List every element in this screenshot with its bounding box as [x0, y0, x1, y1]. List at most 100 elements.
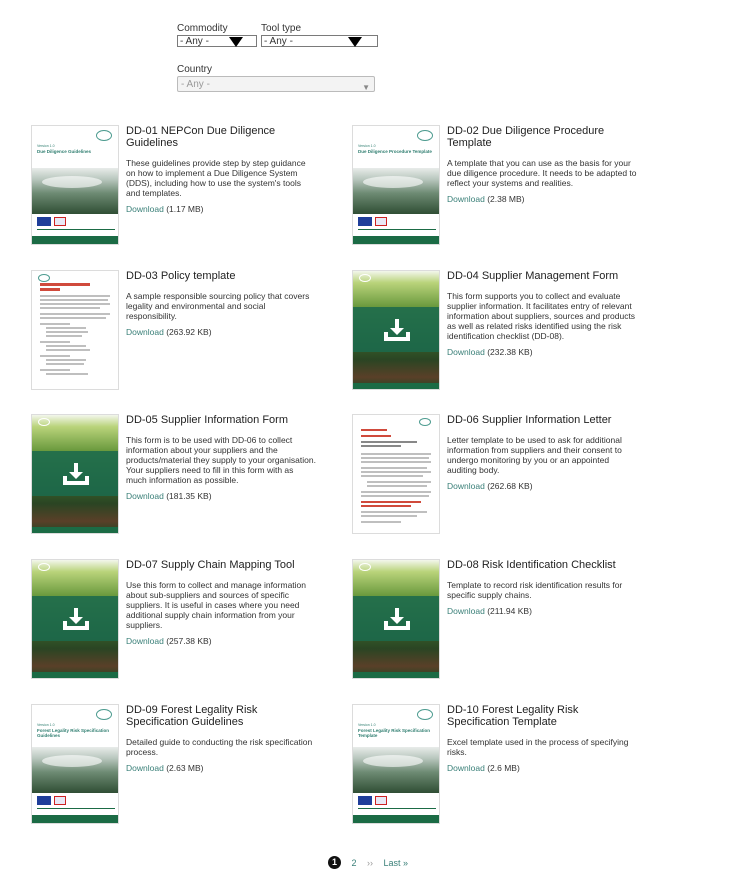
- item-info: DD-09 Forest Legality Risk Specification…: [126, 704, 316, 773]
- item-description: Excel template used in the process of sp…: [447, 737, 629, 757]
- item-description: This form is to be used with DD-06 to co…: [126, 435, 316, 485]
- item-title[interactable]: DD-02 Due Diligence Procedure Template: [447, 125, 637, 149]
- item-title[interactable]: DD-08 Risk Identification Checklist: [447, 559, 637, 571]
- chevron-down-icon: [348, 37, 362, 47]
- file-size: (211.94 KB): [487, 606, 532, 616]
- file-size: (263.92 KB): [166, 327, 212, 337]
- divider: [37, 229, 115, 230]
- tool-type-value: - Any -: [264, 36, 293, 47]
- document-thumbnail[interactable]: [31, 559, 119, 679]
- item-title[interactable]: DD-09 Forest Legality Risk Specification…: [126, 704, 316, 728]
- list-item: DD-07 Supply Chain Mapping Tool Use this…: [31, 559, 331, 684]
- list-item: Version 1.0 Due Diligence Procedure Temp…: [352, 125, 652, 250]
- item-title[interactable]: DD-06 Supplier Information Letter: [447, 414, 637, 426]
- country-label: Country: [177, 64, 213, 75]
- item-title[interactable]: DD-01 NEPCon Due Diligence Guidelines: [126, 125, 316, 149]
- download-link[interactable]: Download: [126, 763, 164, 773]
- download-link[interactable]: Download: [126, 204, 164, 214]
- logo: [359, 563, 371, 571]
- file-size: (232.38 KB): [487, 347, 533, 357]
- cover-subtitle: Version 1.0: [37, 144, 55, 148]
- file-size: (257.38 KB): [166, 636, 212, 646]
- country-filter: Country - Any - ▼: [177, 65, 375, 92]
- download-band: [32, 451, 118, 496]
- file-size: (2.38 MB): [487, 194, 525, 204]
- page-link-2[interactable]: 2: [351, 858, 356, 868]
- divider: [358, 808, 436, 809]
- item-description: Detailed guide to conducting the risk sp…: [126, 737, 313, 757]
- logo: [419, 418, 431, 426]
- item-description: Use this form to collect and manage info…: [126, 580, 307, 630]
- download-link[interactable]: Download: [447, 347, 485, 357]
- download-icon: [63, 608, 89, 630]
- list-item: DD-06 Supplier Information Letter Letter…: [352, 414, 652, 539]
- item-description: These guidelines provide step by step gu…: [126, 158, 306, 198]
- document-thumbnail[interactable]: [31, 270, 119, 390]
- download-link[interactable]: Download: [447, 606, 485, 616]
- document-thumbnail[interactable]: [352, 559, 440, 679]
- download-link[interactable]: Download: [126, 327, 164, 337]
- item-description: A sample responsible sourcing policy tha…: [126, 291, 310, 321]
- tool-type-select[interactable]: - Any -: [261, 35, 378, 47]
- pagination: 1 2 ›› Last »: [0, 856, 736, 869]
- document-thumbnail[interactable]: Version 1.0 Due Diligence Guidelines: [31, 125, 119, 245]
- item-title[interactable]: DD-07 Supply Chain Mapping Tool: [126, 559, 316, 571]
- document-thumbnail[interactable]: [352, 270, 440, 390]
- item-title[interactable]: DD-04 Supplier Management Form: [447, 270, 637, 282]
- country-value: - Any -: [181, 79, 210, 90]
- download-link[interactable]: Download: [126, 491, 164, 501]
- download-band: [353, 307, 439, 352]
- item-info: DD-02 Due Diligence Procedure Template A…: [447, 125, 637, 204]
- download-row: Download (232.38 KB): [447, 347, 637, 357]
- list-item: Version 1.0 Forest Legality Risk Specifi…: [352, 704, 652, 829]
- document-thumbnail[interactable]: Version 1.0 Due Diligence Procedure Temp…: [352, 125, 440, 245]
- cover-footer: [32, 793, 118, 817]
- cover-footer: [353, 793, 439, 817]
- divider: [37, 808, 115, 809]
- item-title[interactable]: DD-03 Policy template: [126, 270, 316, 282]
- chevron-down-icon: [229, 37, 243, 47]
- download-row: Download (263.92 KB): [126, 327, 316, 337]
- item-title[interactable]: DD-10 Forest Legality Risk Specification…: [447, 704, 637, 728]
- logo: [38, 418, 50, 426]
- uk-flag-icon: [375, 217, 387, 226]
- download-link[interactable]: Download: [447, 194, 485, 204]
- list-item: DD-04 Supplier Management Form This form…: [352, 270, 652, 395]
- logo: [96, 130, 112, 141]
- download-link[interactable]: Download: [447, 481, 485, 491]
- page-current: 1: [327, 856, 341, 869]
- item-description: A template that you can use as the basis…: [447, 158, 637, 188]
- download-row: Download (181.35 KB): [126, 491, 316, 501]
- commodity-select[interactable]: - Any -: [177, 35, 257, 47]
- item-info: DD-06 Supplier Information Letter Letter…: [447, 414, 637, 491]
- cover-bar: [353, 236, 439, 244]
- eu-flag-icon: [37, 796, 51, 805]
- document-thumbnail[interactable]: [352, 414, 440, 534]
- download-icon: [63, 463, 89, 485]
- next-page-link[interactable]: ››: [367, 858, 373, 868]
- item-info: DD-05 Supplier Information Form This for…: [126, 414, 316, 501]
- tool-type-filter: Tool type - Any -: [261, 24, 378, 47]
- commodity-label: Commodity: [177, 23, 228, 34]
- cover-footer: [32, 214, 118, 238]
- document-thumbnail[interactable]: Version 1.0 Forest Legality Risk Specifi…: [352, 704, 440, 824]
- cover-bar: [32, 236, 118, 244]
- download-band: [32, 596, 118, 641]
- download-link[interactable]: Download: [126, 636, 164, 646]
- forest-image: [32, 168, 118, 214]
- cover-footer: [353, 214, 439, 238]
- list-item: DD-05 Supplier Information Form This for…: [31, 414, 331, 539]
- item-title[interactable]: DD-05 Supplier Information Form: [126, 414, 316, 426]
- country-select[interactable]: - Any - ▼: [177, 76, 375, 92]
- forest-image: [32, 560, 118, 678]
- eu-flag-icon: [37, 217, 51, 226]
- cover-bar: [32, 815, 118, 823]
- file-size: (1.17 MB): [166, 204, 204, 214]
- forest-image: [353, 168, 439, 214]
- last-page-link[interactable]: Last »: [384, 858, 409, 868]
- item-info: DD-07 Supply Chain Mapping Tool Use this…: [126, 559, 316, 646]
- document-thumbnail[interactable]: [31, 414, 119, 534]
- forest-image: [353, 271, 439, 389]
- download-link[interactable]: Download: [447, 763, 485, 773]
- document-thumbnail[interactable]: Version 1.0 Forest Legality Risk Specifi…: [31, 704, 119, 824]
